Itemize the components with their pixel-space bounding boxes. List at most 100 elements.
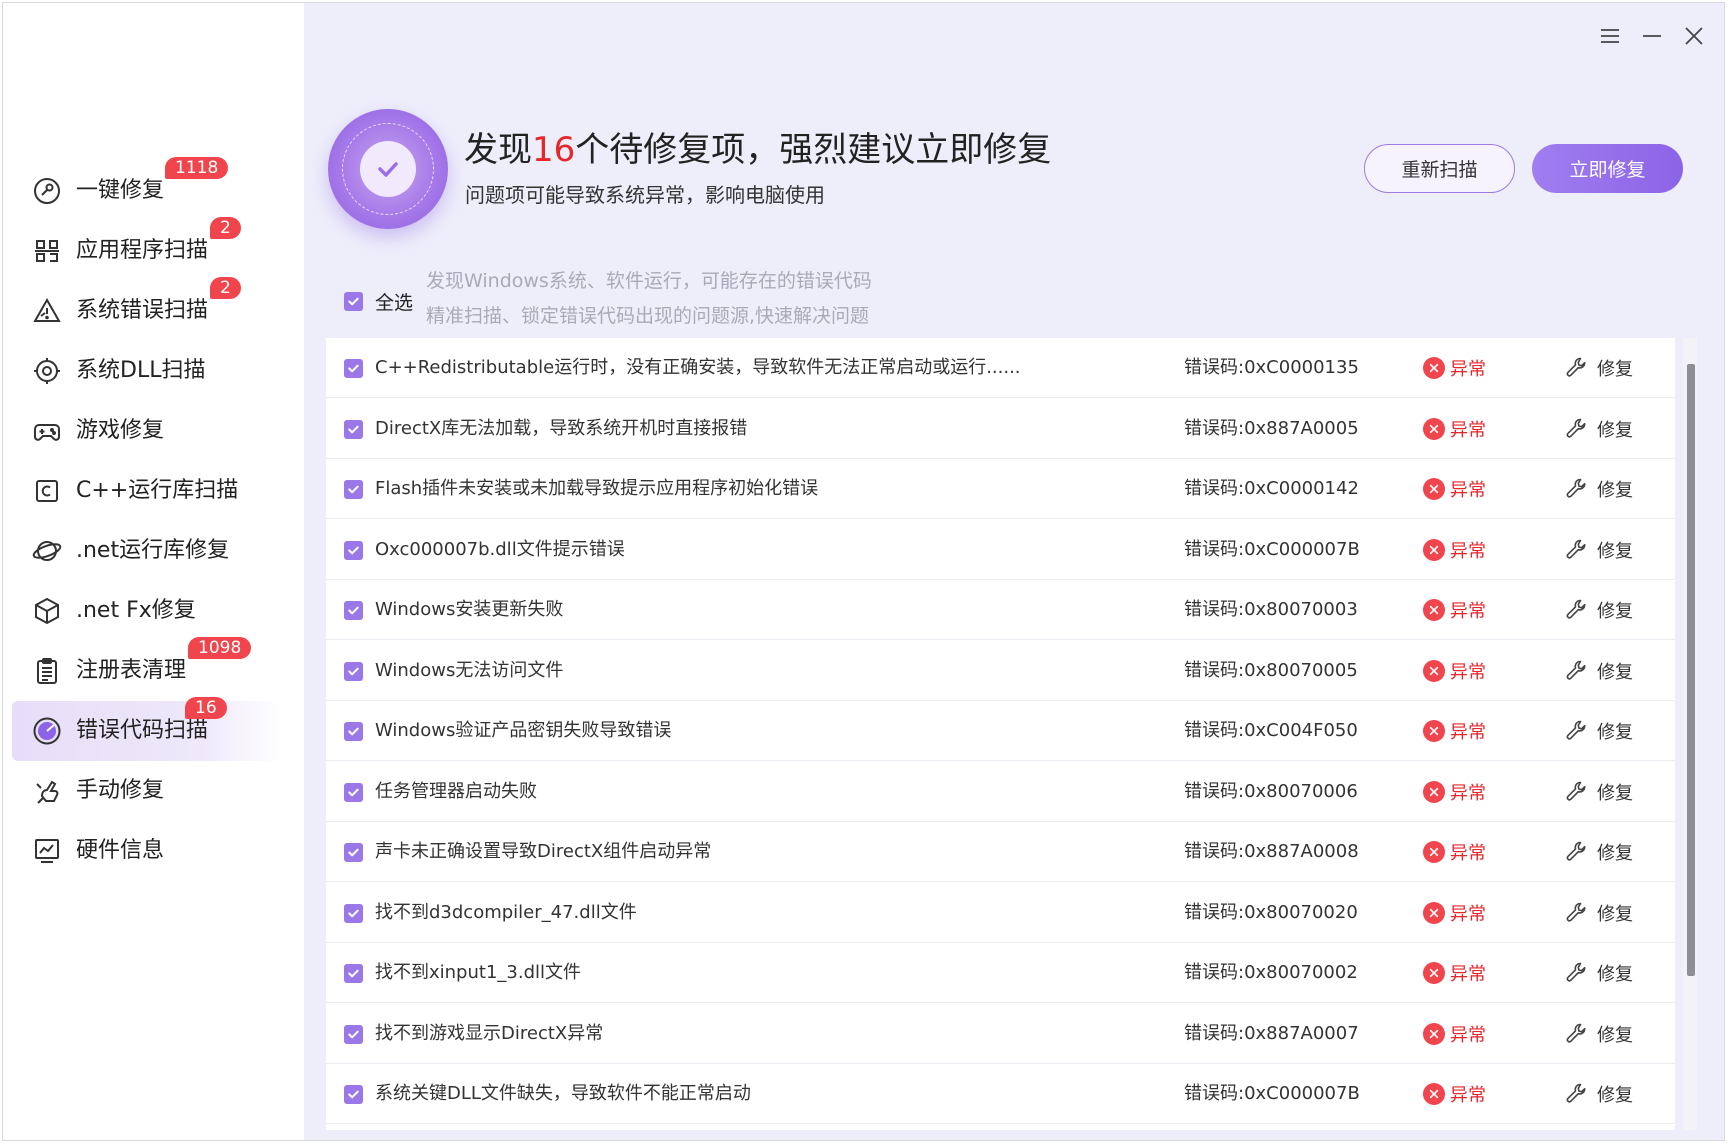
count-badge: 16 — [185, 697, 227, 719]
table-row[interactable]: DirectX库无法加载，导致系统开机时直接报错 错误码:0x887A0005 异常… — [326, 399, 1675, 459]
sidebar-item-app-scan[interactable]: 应用程序扫描 2 — [12, 217, 282, 281]
row-checkbox[interactable] — [344, 783, 363, 802]
issue-description: 声卡未正确设置导致DirectX组件启动异常 — [375, 841, 712, 862]
checkmark-icon — [348, 788, 359, 797]
error-code: 错误码:0x887A0007 — [1184, 1023, 1359, 1044]
close-button[interactable] — [1679, 21, 1709, 51]
fix-now-button[interactable]: 立即修复 — [1532, 144, 1683, 193]
scan-hint-line2: 精准扫描、锁定错误代码出现的问题源,快速解决问题 — [426, 305, 870, 327]
minimize-button[interactable] — [1637, 21, 1667, 51]
scrollbar-thumb[interactable] — [1687, 364, 1695, 976]
error-icon — [1423, 902, 1445, 924]
status-badge: 异常 — [1423, 596, 1486, 624]
sidebar-item-cpp-runtime-scan[interactable]: C++运行库扫描 — [12, 461, 282, 521]
repair-button[interactable]: 修复 — [1564, 1080, 1633, 1108]
issue-description: 找不到d3dcompiler_47.dll文件 — [375, 902, 637, 923]
table-row[interactable]: 系统关键DLL文件缺失，导致软件不能正常启动 错误码:0xC000007B 异常 修复 — [326, 1064, 1675, 1124]
sidebar-item-one-click-repair[interactable]: 一键修复 1118 — [12, 157, 282, 221]
repair-label: 修复 — [1597, 420, 1633, 441]
row-checkbox[interactable] — [344, 420, 363, 439]
repair-button[interactable]: 修复 — [1564, 596, 1633, 624]
checkbox-checked[interactable] — [344, 292, 363, 311]
repair-button[interactable]: 修复 — [1564, 899, 1633, 927]
table-row[interactable]: 任务管理器启动失败 错误码:0x80070006 异常 修复 — [326, 762, 1675, 822]
sidebar-item-label: 系统错误扫描 — [76, 298, 209, 323]
sidebar-item-game-repair[interactable]: 游戏修复 — [12, 401, 282, 461]
row-checkbox[interactable] — [344, 1085, 363, 1104]
page-subtitle: 问题项可能导致系统异常，影响电脑使用 — [465, 183, 825, 207]
row-checkbox[interactable] — [344, 601, 363, 620]
rescan-button[interactable]: 重新扫描 — [1364, 144, 1515, 193]
minimize-icon — [1643, 35, 1661, 37]
repair-button[interactable]: 修复 — [1564, 838, 1633, 866]
repair-button[interactable]: 修复 — [1564, 657, 1633, 685]
issue-count: 16 — [532, 130, 576, 170]
error-icon — [1423, 539, 1445, 561]
checkmark-icon — [348, 606, 359, 615]
row-checkbox[interactable] — [344, 480, 363, 499]
repair-button[interactable]: 修复 — [1564, 536, 1633, 564]
error-code: 错误码:0xC0000142 — [1184, 478, 1359, 499]
sidebar-item-net-fx-repair[interactable]: .net Fx修复 — [12, 581, 282, 641]
issue-description: Windows无法访问文件 — [375, 660, 564, 681]
issue-description: 找不到xinput1_3.dll文件 — [375, 962, 582, 983]
repair-button[interactable]: 修复 — [1564, 354, 1633, 382]
status-text: 异常 — [1450, 722, 1486, 743]
repair-button[interactable]: 修复 — [1564, 717, 1633, 745]
table-row[interactable]: Windows验证产品密钥失败导致错误 错误码:0xC004F050 异常 修复 — [326, 701, 1675, 761]
scrollbar[interactable] — [1683, 338, 1697, 1130]
repair-label: 修复 — [1597, 904, 1633, 925]
repair-label: 修复 — [1597, 843, 1633, 864]
checkmark-icon — [348, 1030, 359, 1039]
error-code: 错误码:0xC000007B — [1184, 539, 1360, 560]
table-row[interactable]: C++Redistributable运行时，没有正确安装，导致软件无法正常启动或… — [326, 338, 1675, 398]
wrench-icon — [1566, 781, 1586, 801]
status-badge: 异常 — [1423, 1020, 1486, 1048]
row-checkbox[interactable] — [344, 904, 363, 923]
table-row[interactable]: 声卡未正确设置导致DirectX组件启动异常 错误码:0x887A0008 异常 修复 — [326, 822, 1675, 882]
row-checkbox[interactable] — [344, 662, 363, 681]
error-icon — [1423, 660, 1445, 682]
menu-button[interactable] — [1595, 21, 1625, 51]
sidebar-item-label: .net运行库修复 — [76, 538, 230, 563]
status-badge: 异常 — [1423, 717, 1486, 745]
sidebar-item-dll-scan[interactable]: 系统DLL扫描 — [12, 341, 282, 401]
wrench-icon — [1566, 357, 1586, 377]
row-checkbox[interactable] — [344, 541, 363, 560]
sidebar-item-registry-clean[interactable]: 注册表清理 1098 — [12, 637, 282, 701]
row-checkbox[interactable] — [344, 1025, 363, 1044]
repair-label: 修复 — [1597, 783, 1633, 804]
table-row[interactable]: 找不到xinput1_3.dll文件 错误码:0x80070002 异常 修复 — [326, 943, 1675, 1003]
sidebar-item-error-code-scan[interactable]: 错误代码扫描 16 — [12, 697, 282, 761]
row-checkbox[interactable] — [344, 964, 363, 983]
repair-button[interactable]: 修复 — [1564, 1020, 1633, 1048]
status-text: 异常 — [1450, 783, 1486, 804]
sidebar-item-net-runtime-repair[interactable]: .net运行库修复 — [12, 521, 282, 581]
error-code: 错误码:0x80070020 — [1184, 902, 1358, 923]
repair-button[interactable]: 修复 — [1564, 959, 1633, 987]
checkmark-icon — [348, 485, 359, 494]
table-row[interactable]: 找不到游戏显示DirectX异常 错误码:0x887A0007 异常 修复 — [326, 1004, 1675, 1064]
table-row[interactable]: Windows安装更新失败 错误码:0x80070003 异常 修复 — [326, 580, 1675, 640]
status-text: 异常 — [1450, 541, 1486, 562]
checkmark-icon — [348, 364, 359, 373]
status-badge: 异常 — [1423, 657, 1486, 685]
row-checkbox[interactable] — [344, 359, 363, 378]
repair-button[interactable]: 修复 — [1564, 475, 1633, 503]
select-all-checkbox[interactable]: 全选 — [344, 288, 413, 315]
table-row[interactable]: Windows无法访问文件 错误码:0x80070005 异常 修复 — [326, 641, 1675, 701]
repair-button[interactable]: 修复 — [1564, 415, 1633, 443]
table-row[interactable]: Flash插件未安装或未加载导致提示应用程序初始化错误 错误码:0xC000014… — [326, 459, 1675, 519]
row-checkbox[interactable] — [344, 722, 363, 741]
table-row[interactable]: 找不到d3dcompiler_47.dll文件 错误码:0x80070020 异常 修… — [326, 883, 1675, 943]
checkmark-icon — [348, 1090, 359, 1099]
sidebar-item-manual-repair[interactable]: 手动修复 — [12, 761, 282, 821]
row-checkbox[interactable] — [344, 843, 363, 862]
sidebar-item-system-error-scan[interactable]: 系统错误扫描 2 — [12, 277, 282, 341]
repair-button[interactable]: 修复 — [1564, 778, 1633, 806]
sidebar-item-hardware-info[interactable]: 硬件信息 — [12, 821, 282, 881]
repair-tool-icon — [32, 176, 62, 206]
planet-icon — [32, 536, 62, 566]
checkmark-icon — [348, 727, 359, 736]
table-row[interactable]: Oxc000007b.dll文件提示错误 错误码:0xC000007B 异常 修复 — [326, 520, 1675, 580]
